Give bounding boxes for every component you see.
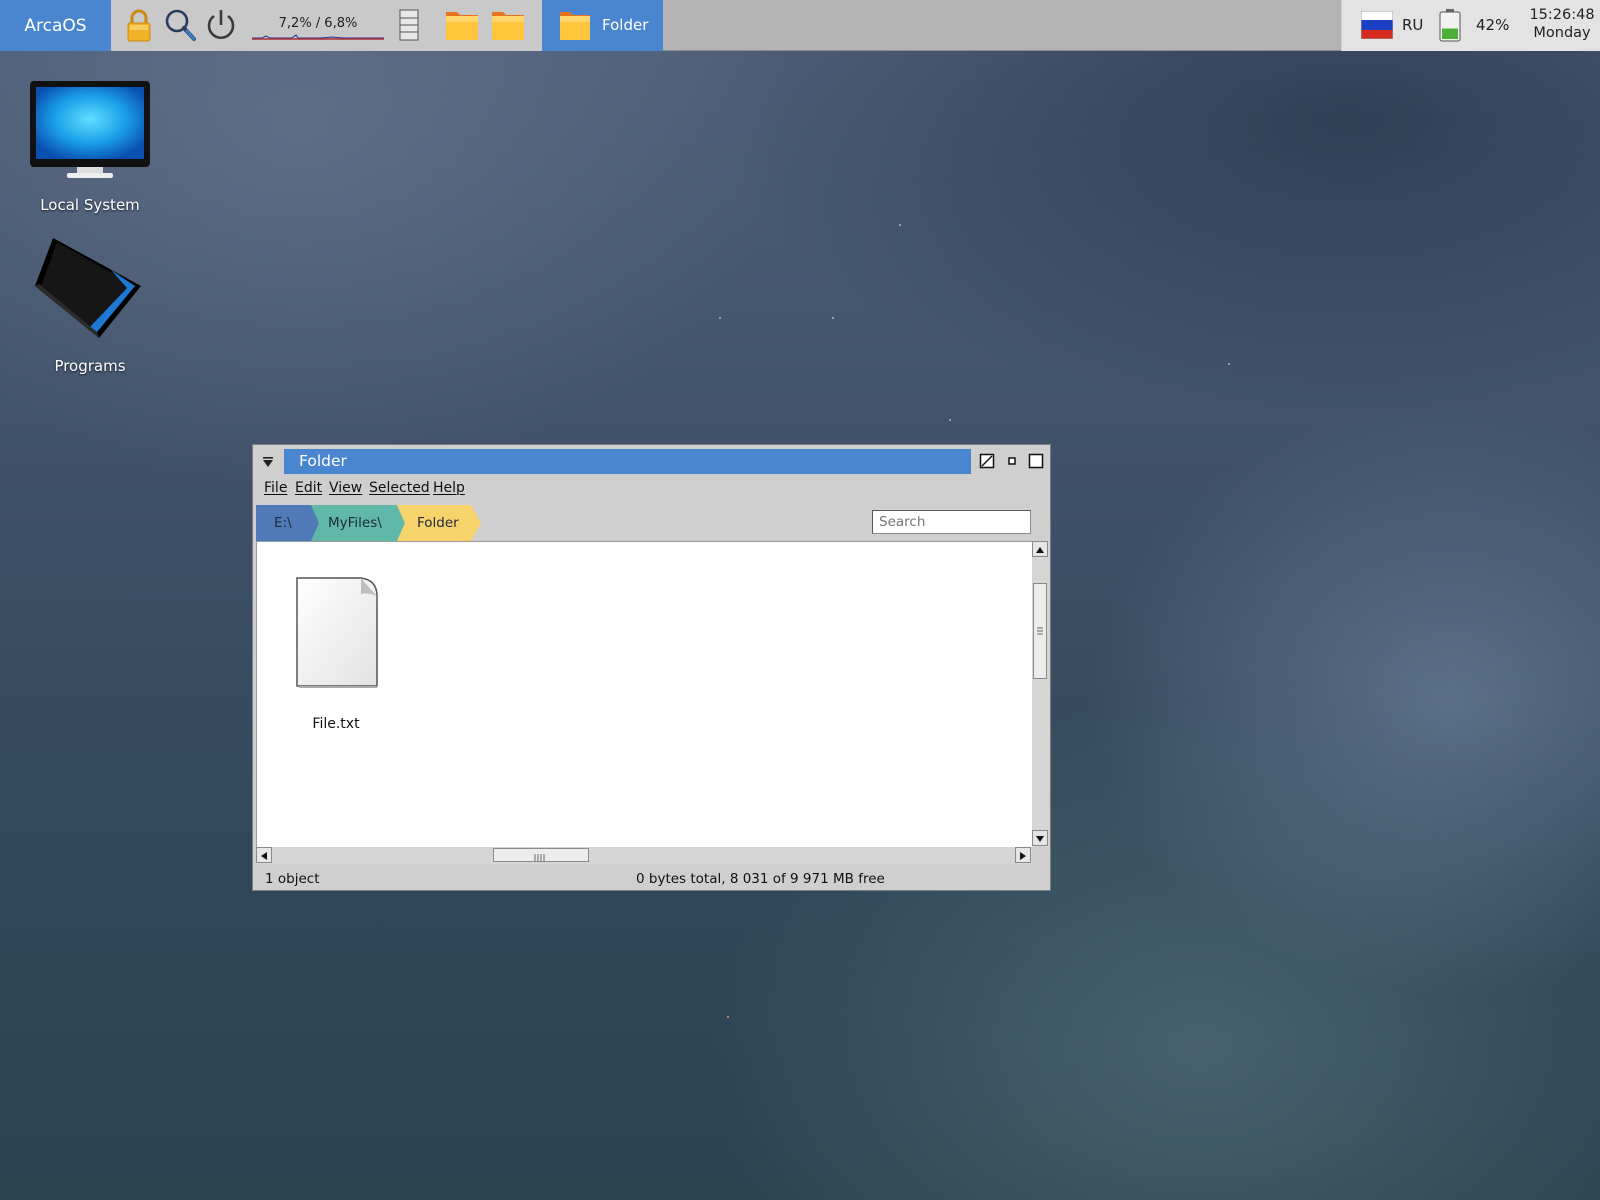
clock[interactable]: 15:26:48 Monday [1526,6,1598,42]
status-object-count: 1 object [265,871,320,887]
desktop-icon-local-system[interactable]: Local System [15,80,165,215]
title-bar[interactable]: Folder [253,445,1050,476]
menu-view[interactable]: View [329,480,362,496]
breadcrumb-label: MyFiles\ [328,515,382,531]
star [832,317,834,319]
menu-selected[interactable]: Selected [369,480,430,496]
vertical-scroll-thumb[interactable] [1033,583,1047,679]
star [1228,363,1230,365]
folder-window: Folder File Edit View Selected Help E:\ … [252,444,1051,891]
desktop-icon-label: Local System [40,196,140,214]
lock-icon[interactable] [120,6,158,44]
maximize-icon[interactable] [1028,453,1044,469]
taskbar: ArcaOS 7,2% / 6,8% Folder RU 42% 15:26:4… [0,0,1600,51]
breadcrumb-myfiles[interactable]: MyFiles\ [311,505,405,541]
folder-icon [558,7,592,43]
search-input[interactable] [872,510,1031,534]
star [727,1016,729,1018]
star [949,419,951,421]
breadcrumb-label: Folder [417,515,459,531]
menu-help[interactable]: Help [433,480,465,496]
monitor-icon [29,80,151,180]
desktop-icon-programs[interactable]: Programs [15,236,165,376]
text-file-icon [291,574,381,692]
desktop-icon-label: Programs [54,357,126,375]
search-icon[interactable] [161,6,199,44]
breadcrumb-folder[interactable]: Folder [397,505,481,541]
status-disk-summary: 0 bytes total, 8 031 of 9 971 MB free [636,871,885,887]
launcher-tray: 7,2% / 6,8% [111,0,543,51]
task-button-folder[interactable]: Folder [542,0,663,51]
hide-window-icon[interactable] [979,453,995,469]
window-list-icon[interactable] [396,6,422,44]
scroll-right-icon[interactable] [1015,847,1031,863]
scroll-up-icon[interactable] [1032,541,1048,557]
star [899,224,901,226]
start-button[interactable]: ArcaOS [0,0,111,51]
battery-icon[interactable] [1438,8,1462,42]
language-code[interactable]: RU [1402,16,1423,34]
status-bar: 1 object 0 bytes total, 8 031 of 9 971 M… [253,866,1050,890]
scroll-down-icon[interactable] [1032,830,1048,846]
cpu-load-text: 7,2% / 6,8% [278,16,358,31]
file-view[interactable]: File.txt [256,541,1032,847]
scroll-left-icon[interactable] [256,847,272,863]
start-label: ArcaOS [24,15,87,36]
folder-icon[interactable] [443,6,481,44]
power-icon[interactable] [202,6,240,44]
cpu-graph [252,34,384,40]
menu-edit[interactable]: Edit [295,480,322,496]
title-area[interactable]: Folder [284,449,971,474]
horizontal-scrollbar[interactable] [256,847,1032,864]
breadcrumb-label: E:\ [274,515,292,531]
russian-flag-icon[interactable] [1360,10,1394,40]
cpu-monitor[interactable]: 7,2% / 6,8% [252,10,384,40]
star [719,317,721,319]
toolbar: E:\ MyFiles\ Folder [253,503,1050,541]
folder-icon[interactable] [489,6,527,44]
vertical-scrollbar[interactable] [1032,541,1049,847]
battery-percent: 42% [1476,16,1510,34]
system-menu-icon[interactable] [261,454,275,468]
minimize-icon[interactable] [1004,453,1020,469]
programs-folder-icon [31,236,156,341]
task-button-label: Folder [602,16,649,34]
clock-day: Monday [1533,25,1591,41]
system-tray: RU 42% 15:26:48 Monday [1341,0,1600,51]
menu-file[interactable]: File [264,480,287,496]
horizontal-scroll-thumb[interactable] [493,848,589,862]
menu-bar: File Edit View Selected Help [253,476,1050,500]
window-title: Folder [299,452,347,470]
clock-time: 15:26:48 [1529,7,1595,23]
file-name: File.txt [312,716,360,732]
